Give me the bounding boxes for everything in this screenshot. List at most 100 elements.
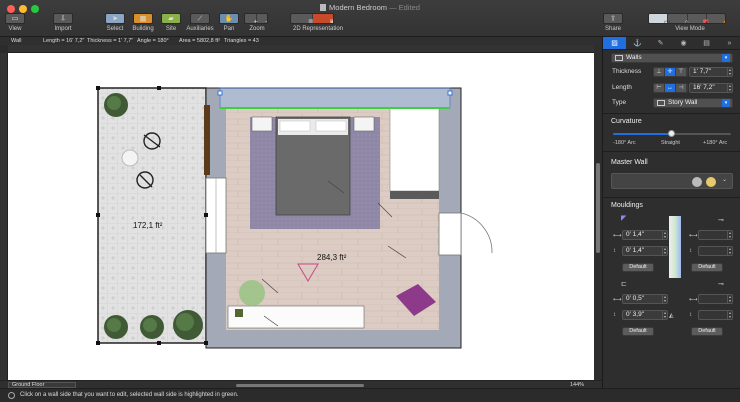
thickness-field[interactable]: 1' 7,7" ▴ ▾ <box>689 67 733 77</box>
view-mode-tool[interactable]: ▭ ⌂ ◩ ▲ View Mode <box>648 13 732 32</box>
view-mode-2d-button[interactable]: ▭ <box>649 14 671 23</box>
desk[interactable] <box>227 305 365 329</box>
representation-tool[interactable]: ▥ ▣ 2D Representation <box>290 13 346 32</box>
tab-camera[interactable]: ◉ <box>672 37 695 49</box>
armchair[interactable] <box>239 280 265 306</box>
anchor-start-button[interactable]: ⊢ <box>654 84 665 92</box>
stepper-icon[interactable]: ▴ ▾ <box>727 68 732 76</box>
view-mode-render-button[interactable]: ▲ <box>707 14 725 24</box>
horizontal-ruler <box>8 45 594 53</box>
representation-plan-button[interactable]: ▥ <box>291 14 315 23</box>
color-sphere-icon[interactable] <box>706 177 716 187</box>
zoom-tool[interactable]: + − Zoom <box>244 13 270 32</box>
object-type-select[interactable]: Walls ▾ <box>611 53 733 63</box>
moulding-2-width-field[interactable]: ▴ ▾ <box>698 230 733 240</box>
stepper-icon[interactable]: ▴ ▾ <box>662 231 667 239</box>
terrace[interactable] <box>97 87 207 344</box>
auxiliaries-tool[interactable]: ⟋ Auxiliaries <box>186 13 214 32</box>
tab-object[interactable]: ▨ <box>603 37 626 49</box>
zoom-out-button[interactable]: − <box>257 14 267 24</box>
pan-tool[interactable]: ✋ Pan <box>218 13 240 32</box>
import-button[interactable]: ⇩ <box>53 13 73 24</box>
share-button[interactable]: ⇪ <box>603 13 623 24</box>
align-center-button[interactable]: ✛ <box>665 68 676 76</box>
chevron-right-icon: » <box>727 40 732 47</box>
stepper-icon[interactable]: ▴ ▾ <box>727 295 732 303</box>
info-kind: Wall <box>11 38 22 44</box>
floor-plan-drawing[interactable]: 172,1 ft² 284,3 ft² <box>8 53 594 380</box>
moulding-2-default-button[interactable]: Default <box>691 263 723 272</box>
tab-structure[interactable]: ⚓ <box>626 37 649 49</box>
align-left-button[interactable]: ⊥ <box>654 68 665 76</box>
length-anchor-control[interactable]: ⊢ ↔ ⊣ <box>653 83 688 93</box>
moulding-1-default-button[interactable]: Default <box>622 263 654 272</box>
anchor-end-button[interactable]: ⊣ <box>676 84 687 92</box>
height-icon: ↕ <box>689 248 692 254</box>
moulding-4-default-button[interactable]: Default <box>691 327 723 336</box>
site-tool[interactable]: ▰ Site <box>160 13 182 32</box>
edited-status: — Edited <box>389 3 420 12</box>
stepper-icon[interactable]: ▴ ▾ <box>727 311 732 319</box>
align-right-button[interactable]: ⊤ <box>676 68 687 76</box>
moulding-2-height-field[interactable]: ▴ ▾ <box>698 246 733 256</box>
vertical-scrollbar[interactable] <box>594 45 602 380</box>
curvature-slider-knob[interactable] <box>668 130 675 137</box>
vertical-scroll-thumb[interactable] <box>596 163 600 253</box>
moulding-1-width-field[interactable]: 0' 1,4" ▴ ▾ <box>622 230 668 240</box>
plan-canvas[interactable]: 172,1 ft² 284,3 ft² <box>8 53 594 380</box>
building-tool[interactable]: ▦ Building <box>132 13 154 32</box>
stepper-icon[interactable]: ▴ ▾ <box>727 231 732 239</box>
view-mode-elevation-button[interactable]: ◩ <box>688 14 709 23</box>
select-button[interactable]: ➤ <box>105 13 125 24</box>
moulding-3-default-button[interactable]: Default <box>622 327 654 336</box>
stepper-icon[interactable]: ▴ ▾ <box>727 247 732 255</box>
master-wall-well[interactable]: ⌄ <box>611 173 733 189</box>
share-tool[interactable]: ⇪ Share <box>600 13 626 32</box>
anchor-center-button[interactable]: ↔ <box>665 84 676 92</box>
wall-type-select[interactable]: Story Wall ▾ <box>653 98 733 108</box>
wardrobe[interactable] <box>389 107 440 199</box>
view-button[interactable]: ▭ <box>5 13 25 24</box>
representation-2d-button[interactable]: ▣ <box>312 14 333 23</box>
sidebar-toggle-icon: ▭ <box>11 15 19 22</box>
site-button[interactable]: ▰ <box>161 13 181 24</box>
tab-layers[interactable]: ▤ <box>695 37 718 49</box>
moulding-3-width-field[interactable]: 0' 0,5" ▴ ▾ <box>622 294 668 304</box>
stepper-icon[interactable]: ▴ ▾ <box>662 247 667 255</box>
moulding-top-right-icon: ⊸ <box>718 217 724 224</box>
building-button[interactable]: ▦ <box>133 13 153 24</box>
zoom-in-button[interactable]: + <box>245 14 258 23</box>
auxiliaries-button[interactable]: ⟋ <box>190 13 210 24</box>
tab-more[interactable]: » <box>718 37 740 49</box>
length-field[interactable]: 16' 7,2" ▴ ▾ <box>689 83 733 93</box>
stepper-icon[interactable]: ▴ ▾ <box>727 84 732 92</box>
zoom-segmented-control[interactable]: + − <box>244 13 268 24</box>
width-icon: ⟷ <box>689 233 698 239</box>
cursor-icon: ➤ <box>112 15 118 22</box>
curvature-slider[interactable] <box>613 130 731 137</box>
chevron-down-icon: ▾ <box>722 99 730 107</box>
document-name: Modern Bedroom <box>329 3 387 12</box>
selected-wall[interactable] <box>217 87 453 109</box>
view-mode-3d-button[interactable]: ⌂ <box>668 14 689 23</box>
moulding-4-height-field[interactable]: ▴ ▾ <box>698 310 733 320</box>
stepper-icon[interactable]: ▴ ▾ <box>662 311 667 319</box>
pan-button[interactable]: ✋ <box>219 13 239 24</box>
master-wall-label: Master Wall <box>611 159 648 166</box>
representation-segmented-control[interactable]: ▥ ▣ <box>290 13 334 24</box>
view-mode-segmented-control[interactable]: ▭ ⌂ ◩ ▲ <box>648 13 726 24</box>
curvature-max-label: +180° Arc <box>703 140 728 146</box>
material-sphere-icon[interactable] <box>692 177 702 187</box>
tab-materials[interactable]: ✎ <box>649 37 672 49</box>
thickness-alignment-control[interactable]: ⊥ ✛ ⊤ <box>653 67 688 77</box>
moulding-3-height-field[interactable]: 0' 3,9" ▴ ▾ <box>622 310 668 320</box>
stepper-icon[interactable]: ▴ ▾ <box>662 295 667 303</box>
import-tool[interactable]: ⇩ Import <box>52 13 74 32</box>
moulding-1-height-field[interactable]: 0' 1,4" ▴ ▾ <box>622 246 668 256</box>
height-icon: ↕ <box>613 248 616 254</box>
chevron-down-icon[interactable]: ⌄ <box>722 176 727 183</box>
horizontal-scroll-thumb[interactable] <box>236 384 364 387</box>
view-tool[interactable]: ▭ View <box>4 13 26 32</box>
moulding-4-width-field[interactable]: ▴ ▾ <box>698 294 733 304</box>
select-tool[interactable]: ➤ Select <box>104 13 126 32</box>
